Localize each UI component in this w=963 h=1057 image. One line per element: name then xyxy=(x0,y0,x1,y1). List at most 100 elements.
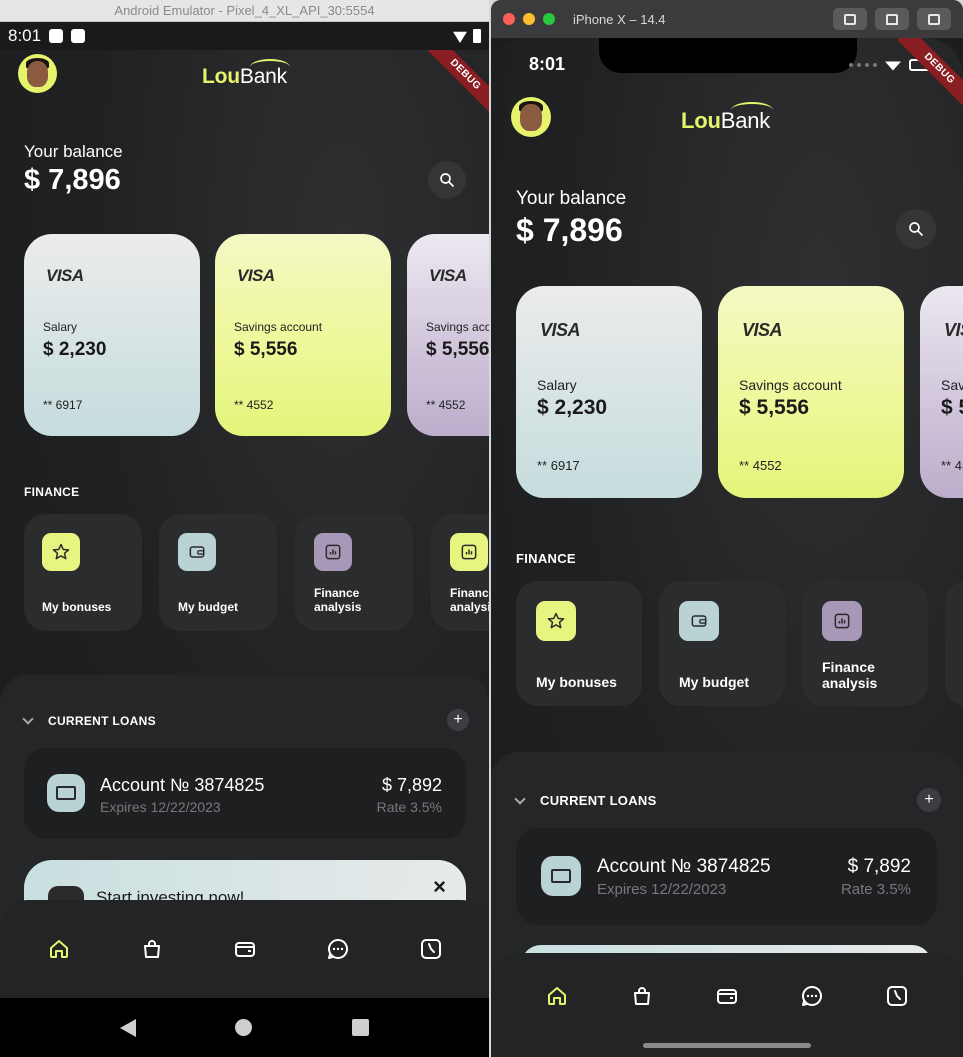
home-button[interactable] xyxy=(875,8,909,30)
visa-logo: VISA xyxy=(46,266,84,285)
back-icon[interactable] xyxy=(119,1018,136,1037)
zoom-window-button[interactable] xyxy=(543,13,555,25)
rotate-button[interactable] xyxy=(917,8,951,30)
close-icon[interactable]: × xyxy=(433,874,446,900)
tile-finance-analysis[interactable]: Finance analysis xyxy=(802,581,928,706)
loan-rate: Rate 3.5% xyxy=(376,799,442,815)
bottom-tab-bar xyxy=(491,953,963,1057)
card-number: ** 4552 xyxy=(234,398,274,412)
card-salary[interactable]: VISA Salary $ 2,230 ** 6917 xyxy=(24,234,200,436)
add-loan-button[interactable]: + xyxy=(917,788,941,812)
home-icon[interactable] xyxy=(537,976,577,1016)
logo-lou: Lou xyxy=(681,108,721,133)
card-amount: $ 2,230 xyxy=(43,339,107,360)
card-savings-2[interactable]: VISA Savings account $ 5,556 ** 4552 xyxy=(407,234,489,436)
ios-status-time: 8:01 xyxy=(529,54,566,74)
wallet-icon[interactable] xyxy=(225,929,265,969)
card-number: ** 4552 xyxy=(426,398,466,412)
card-number: ** 4552 xyxy=(941,458,963,473)
chat-icon[interactable] xyxy=(792,976,832,1016)
screenshot-button[interactable] xyxy=(833,8,867,30)
visa-logo: VISA xyxy=(742,320,783,340)
search-button[interactable] xyxy=(428,161,466,199)
tile-label: My budget xyxy=(178,600,238,614)
history-icon[interactable] xyxy=(411,929,451,969)
shopping-bag-icon[interactable] xyxy=(622,976,662,1016)
card-amount: $ 5,556 xyxy=(739,396,810,419)
tile-my-bonuses[interactable]: My bonuses xyxy=(24,514,142,631)
card-salary[interactable]: VISA Salary $ 2,230 ** 6917 xyxy=(516,286,702,498)
tile-my-budget[interactable]: My budget xyxy=(659,581,785,706)
card-type: Savings account xyxy=(941,377,963,393)
avatar[interactable] xyxy=(18,54,57,93)
tile-finance-analysis[interactable]: Finance analysis xyxy=(295,514,413,631)
credit-card-icon xyxy=(47,774,85,812)
loan-row[interactable]: Account № 3874825 Expires 12/22/2023 $ 7… xyxy=(516,828,937,925)
ios-status-bar: 8:01 xyxy=(529,54,933,75)
android-window-title: Android Emulator - Pixel_4_XL_API_30:555… xyxy=(0,0,489,22)
tile-my-budget[interactable]: My budget xyxy=(159,514,277,631)
card-number: ** 4552 xyxy=(739,458,782,473)
minimize-window-button[interactable] xyxy=(523,13,535,25)
rotate-icon xyxy=(928,13,940,25)
close-window-button[interactable] xyxy=(503,13,515,25)
tile-finance-analysis-2[interactable]: Financeanalysis xyxy=(431,514,489,631)
loan-row[interactable]: Account № 3874825 Expires 12/22/2023 $ 7… xyxy=(24,748,466,839)
wallet-icon[interactable] xyxy=(707,976,747,1016)
battery-icon xyxy=(473,29,481,43)
bottom-tab-bar xyxy=(0,900,489,998)
tile-label: Financeanalysis xyxy=(822,659,877,691)
card-amount: $ 5,556 xyxy=(234,339,298,360)
home-icon[interactable] xyxy=(39,929,79,969)
card-type: Savings account xyxy=(234,320,323,334)
tile-label-line1: Finance xyxy=(822,659,875,675)
card-amount: $ 2,230 xyxy=(537,396,608,419)
chart-icon xyxy=(314,533,352,571)
shopping-bag-icon[interactable] xyxy=(132,929,172,969)
card-savings[interactable]: VISA Savings account $ 5,556 ** 4552 xyxy=(215,234,391,436)
star-icon xyxy=(42,533,80,571)
balance-value: $ 7,896 xyxy=(516,212,623,248)
home-indicator[interactable] xyxy=(643,1043,811,1048)
sd-card-icon xyxy=(71,29,86,43)
card-type: Savings account xyxy=(426,320,489,334)
card-number: ** 6917 xyxy=(537,458,580,473)
logo-lou: Lou xyxy=(202,65,240,88)
history-icon[interactable] xyxy=(877,976,917,1016)
visa-logo: VISA xyxy=(237,266,275,285)
loan-amount: $ 7,892 xyxy=(381,775,442,795)
tile-finance-analysis-2[interactable] xyxy=(945,581,963,706)
ios-window-title: iPhone X – 14.4 xyxy=(573,11,666,27)
add-loan-button[interactable]: + xyxy=(447,709,469,731)
home-icon xyxy=(886,13,898,25)
avatar[interactable] xyxy=(511,97,551,137)
chart-icon xyxy=(822,601,862,641)
tile-label-line2: analysis xyxy=(450,599,489,614)
loans-header[interactable]: CURRENT LOANS xyxy=(514,792,657,808)
balance-label: Your balance xyxy=(24,142,123,161)
card-savings[interactable]: VISA Savings account $ 5,556 ** 4552 xyxy=(718,286,904,498)
loans-header[interactable]: CURRENT LOANS xyxy=(22,713,156,728)
tile-label: My bonuses xyxy=(42,600,112,614)
home-button-icon[interactable] xyxy=(235,1019,253,1036)
loan-expires: Expires 12/22/2023 xyxy=(597,881,727,898)
search-button[interactable] xyxy=(896,209,936,249)
tile-label-line1: Finance xyxy=(450,586,489,600)
loan-rate: Rate 3.5% xyxy=(840,881,911,898)
wallet-icon xyxy=(679,601,719,641)
logo-bank: Bank xyxy=(239,65,287,88)
chat-icon[interactable] xyxy=(318,929,358,969)
chart-icon xyxy=(450,533,488,571)
wallet-icon xyxy=(178,533,216,571)
camera-icon xyxy=(844,13,856,25)
tile-label-line2: analysis xyxy=(822,675,878,692)
card-savings-2[interactable]: VISA Savings account $ 5,556 ** 4552 xyxy=(920,286,963,498)
balance-value: $ 7,896 xyxy=(24,164,121,196)
chevron-down-icon xyxy=(514,792,526,805)
finance-section-label: FINANCE xyxy=(24,485,80,499)
card-type: Salary xyxy=(43,320,78,334)
recent-apps-icon[interactable] xyxy=(352,1019,370,1036)
android-emulator-window: Android Emulator - Pixel_4_XL_API_30:555… xyxy=(0,0,489,1057)
tile-my-bonuses[interactable]: My bonuses xyxy=(516,581,642,706)
android-status-time: 8:01 xyxy=(8,26,42,45)
